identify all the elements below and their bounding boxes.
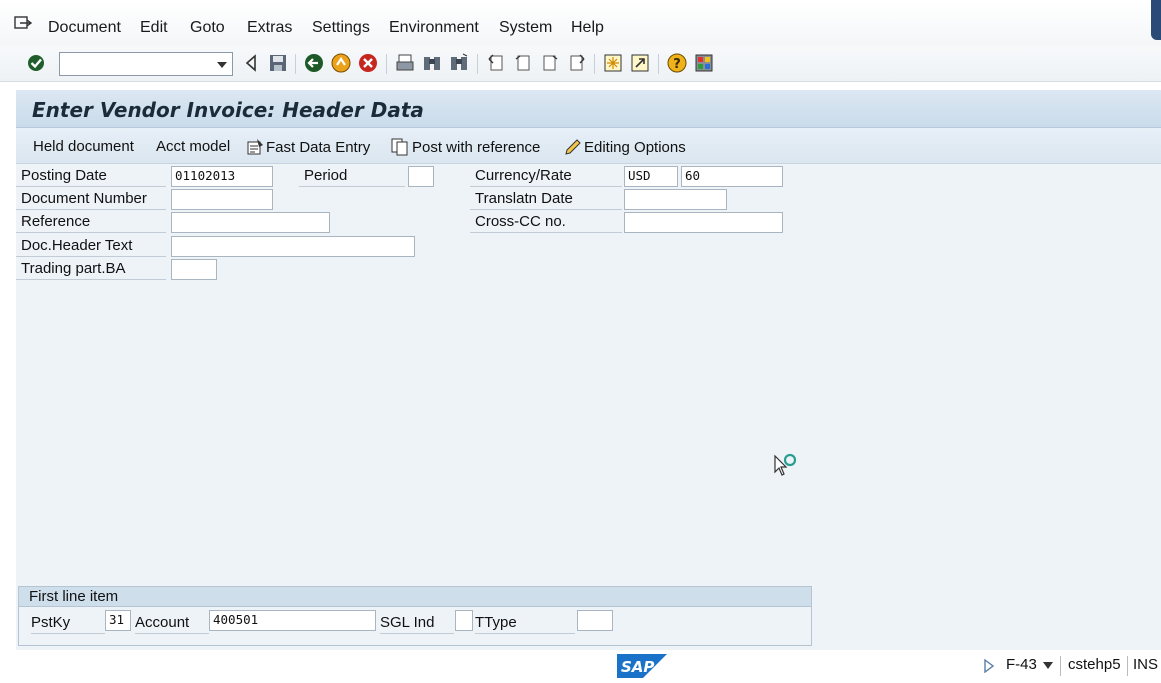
menu-bar: Document Edit Goto Extras Settings Envir… [0,0,1161,46]
first-page-icon[interactable] [485,52,507,74]
pstky-field[interactable]: 31 [105,610,131,631]
post-with-reference-button[interactable]: Post with reference [391,138,540,156]
pencil-icon [565,139,581,155]
cross-cc-field[interactable] [624,212,783,233]
save-icon[interactable] [267,52,289,74]
document-number-field[interactable] [171,189,273,210]
page-title: Enter Vendor Invoice: Header Data [32,98,424,122]
status-play-icon[interactable] [983,659,995,673]
trading-part-field[interactable] [171,259,217,280]
transaction-code[interactable]: F-43 [1006,656,1037,673]
previous-page-icon[interactable] [512,52,534,74]
next-page-icon[interactable] [539,52,561,74]
print-icon[interactable] [394,52,416,74]
command-field[interactable] [59,52,233,76]
shortcut-icon[interactable] [629,52,651,74]
chevron-down-icon[interactable] [1043,662,1053,670]
document-number-label: Document Number [16,189,166,210]
menu-settings[interactable]: Settings [312,19,370,37]
doc-header-text-label: Doc.Header Text [16,236,166,257]
menu-help[interactable]: Help [571,19,604,37]
editing-options-label: Editing Options [584,138,686,156]
first-line-item-header: First line item [19,587,811,607]
server-name: cstehp5 [1068,656,1121,673]
new-session-icon[interactable] [602,52,624,74]
menu-extras[interactable]: Extras [247,19,292,37]
translatn-date-label: Translatn Date [470,189,622,210]
cancel-icon[interactable] [357,52,379,74]
svg-text:?: ? [673,57,681,72]
menu-document[interactable]: Document [48,19,121,37]
fast-data-entry-label: Fast Data Entry [266,138,371,156]
account-field[interactable]: 400501 [209,610,376,631]
layout-icon[interactable] [693,52,715,74]
insert-mode[interactable]: INS [1133,656,1158,673]
posting-date-label: Posting Date [16,166,166,187]
ttype-field[interactable] [577,610,613,631]
enter-icon[interactable] [25,52,47,74]
copy-document-icon [391,138,408,156]
fast-data-entry-button[interactable]: Fast Data Entry [245,138,370,156]
busy-cursor-icon [774,453,797,476]
cross-cc-label: Cross-CC no. [470,212,622,233]
reference-label: Reference [16,212,166,233]
window-corner [1151,0,1161,40]
period-label: Period [299,166,405,187]
menu-environment[interactable]: Environment [389,19,479,37]
currency-field[interactable]: USD [624,166,678,187]
sgl-ind-field[interactable] [455,610,473,631]
find-icon[interactable] [421,52,443,74]
sap-logo-icon: SAP [617,654,667,678]
title-bar: Enter Vendor Invoice: Header Data [16,90,1161,128]
help-icon[interactable]: ? [666,52,688,74]
back-icon[interactable] [240,52,262,74]
exit-icon[interactable] [330,52,352,74]
command-input[interactable] [60,53,210,75]
held-document-button[interactable]: Held document [33,138,134,155]
first-line-item-group: First line item PstKy 31 Account 400501 … [18,586,812,646]
posting-date-field[interactable]: 01102013 [171,166,273,187]
currency-rate-label: Currency/Rate [470,166,622,187]
menu-icon[interactable] [14,16,32,30]
reference-field[interactable] [171,212,330,233]
application-toolbar: Held document Acct model Fast Data Entry… [16,128,1161,164]
account-label: Account [135,613,209,634]
fast-data-entry-icon [247,139,263,155]
pstky-label: PstKy [31,613,105,634]
held-document-label: Held document [33,138,134,155]
acct-model-button[interactable]: Acct model [156,138,230,155]
post-with-reference-label: Post with reference [412,138,541,156]
menu-system[interactable]: System [499,19,552,37]
menu-goto[interactable]: Goto [190,19,225,37]
translatn-date-field[interactable] [624,189,727,210]
period-field[interactable] [408,166,434,187]
ttype-label: TType [475,613,575,634]
doc-header-text-field[interactable] [171,236,415,257]
back-green-icon[interactable] [303,52,325,74]
editing-options-button[interactable]: Editing Options [563,138,686,156]
trading-part-label: Trading part.BA [16,259,166,280]
last-page-icon[interactable] [566,52,588,74]
svg-text:SAP: SAP [621,658,654,676]
standard-toolbar: ? [0,46,1161,82]
menu-edit[interactable]: Edit [140,19,168,37]
sgl-ind-label: SGL Ind [380,613,454,634]
acct-model-label: Acct model [156,138,231,155]
find-next-icon[interactable] [448,52,470,74]
chevron-down-icon[interactable] [217,62,227,68]
rate-field[interactable]: 60 [681,166,783,187]
